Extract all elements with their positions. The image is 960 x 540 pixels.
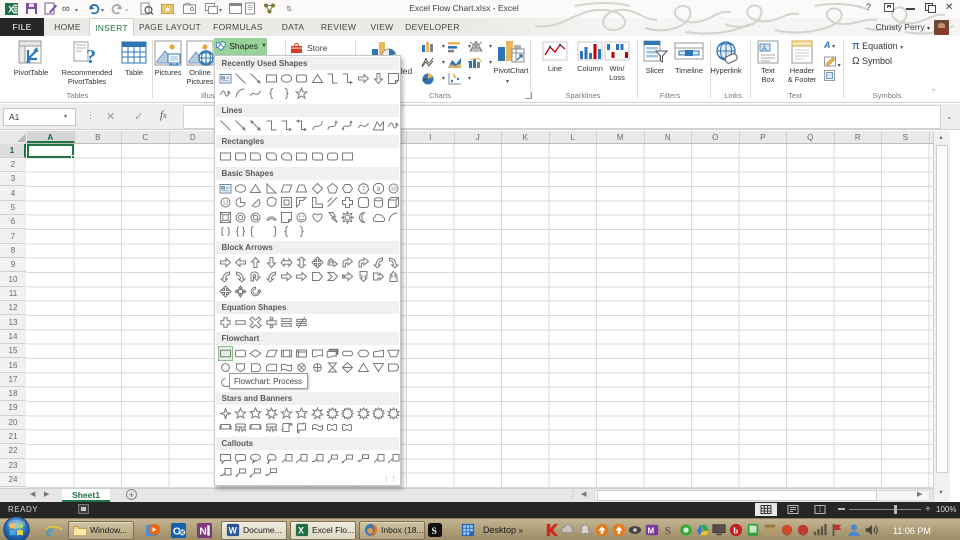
svg-text:8: 8 (377, 186, 381, 192)
svg-text:S: S (432, 525, 437, 536)
svg-text:7: 7 (361, 186, 365, 192)
svg-text:A: A (762, 46, 767, 53)
svg-text:N: N (199, 526, 206, 537)
svg-text:S: S (665, 525, 671, 537)
svg-text:?: ? (86, 46, 96, 67)
svg-text:b: b (733, 525, 738, 535)
svg-text:e: e (46, 523, 53, 540)
svg-text:12: 12 (222, 201, 228, 207)
svg-text:M: M (648, 526, 655, 535)
svg-text:W: W (229, 526, 238, 536)
svg-text:X: X (298, 526, 304, 536)
svg-text:10: 10 (391, 186, 397, 192)
